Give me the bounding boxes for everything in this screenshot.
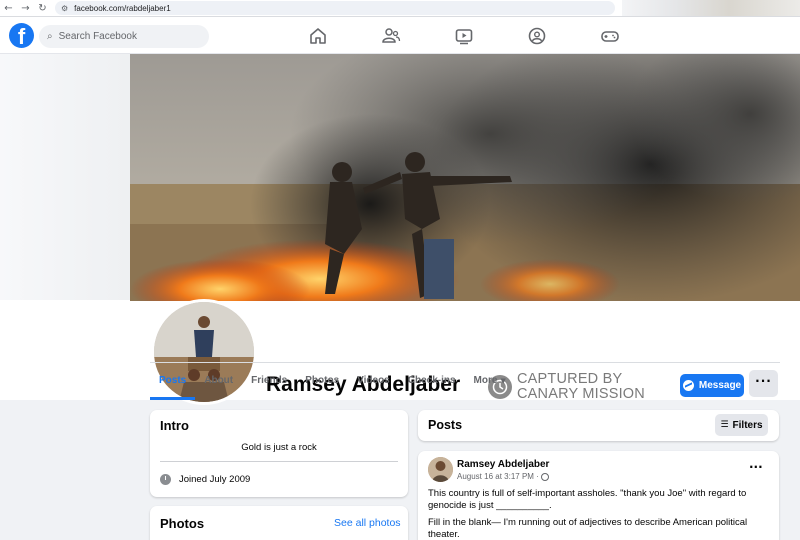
joined-text: Joined July 2009: [179, 474, 251, 485]
search-input[interactable]: [58, 31, 189, 42]
search-box[interactable]: ⌕: [39, 25, 209, 48]
tab-photos[interactable]: Photos: [296, 364, 348, 400]
video-icon[interactable]: [454, 26, 474, 46]
filters-icon: ☰: [720, 420, 729, 430]
cover-side-fill: [0, 54, 130, 300]
browser-extension-area: [622, 0, 800, 16]
messenger-icon: [682, 380, 694, 391]
intro-bio: Gold is just a rock: [241, 442, 317, 453]
globe-icon: [540, 472, 549, 481]
post-author-name[interactable]: Ramsey Abdeljaber: [457, 459, 549, 470]
profile-divider: [150, 362, 780, 363]
tab-check-ins[interactable]: Check-ins: [399, 364, 465, 400]
filters-button[interactable]: ☰ Filters: [715, 414, 768, 436]
post-text-paragraph-2: Fill in the blank— I'm running out of ad…: [428, 517, 748, 540]
watermark-line2: CANARY MISSION: [517, 386, 645, 402]
intro-divider: [160, 461, 398, 462]
clock-icon: [160, 474, 171, 485]
tab-more[interactable]: More ▼: [465, 364, 515, 400]
url-text: facebook.com/rabdeljaber1: [74, 3, 171, 13]
post-author-avatar[interactable]: [428, 457, 453, 482]
profile-header: Ramsey Abdeljaber CAPTURED BY CANARY MIS…: [0, 54, 800, 405]
groups-icon[interactable]: [527, 26, 547, 46]
tab-friends[interactable]: Friends: [242, 364, 296, 400]
post-text-paragraph-1: This country is full of self-important a…: [428, 488, 747, 511]
search-icon: ⌕: [47, 31, 53, 42]
facebook-logo-icon[interactable]: f: [9, 23, 34, 48]
post-options-icon[interactable]: ···: [749, 460, 763, 474]
post-meta: August 16 at 3:17 PM ·: [457, 472, 549, 481]
message-button-label: Message: [698, 380, 742, 391]
see-all-photos-link[interactable]: See all photos: [334, 517, 401, 529]
post-timestamp[interactable]: August 16 at 3:17 PM ·: [457, 472, 539, 481]
friends-icon[interactable]: [381, 26, 401, 46]
posts-header-card: Posts ☰ Filters: [418, 410, 779, 441]
back-icon[interactable]: ←: [0, 3, 17, 14]
post-card: Ramsey Abdeljaber August 16 at 3:17 PM ·…: [418, 451, 779, 540]
tab-posts[interactable]: Posts: [150, 364, 196, 400]
joined-row: Joined July 2009: [160, 474, 250, 485]
home-icon[interactable]: [308, 26, 328, 46]
filters-label: Filters: [732, 419, 763, 431]
photos-title: Photos: [160, 516, 205, 531]
gaming-icon[interactable]: [600, 26, 620, 46]
tab-about[interactable]: About: [195, 364, 242, 400]
caret-down-icon: ▼: [500, 377, 506, 385]
cover-photo-image: [130, 54, 800, 301]
posts-title: Posts: [428, 418, 463, 432]
intro-card: Intro Gold is just a rock Joined July 20…: [150, 410, 408, 497]
watermark-line1: CAPTURED BY: [517, 371, 623, 387]
cover-photo[interactable]: [130, 54, 800, 301]
profile-more-options-button[interactable]: ···: [749, 370, 778, 392]
browser-toolbar: ← → ↻ ⚙ facebook.com/rabdeljaber1: [0, 0, 800, 17]
forward-icon[interactable]: →: [17, 3, 34, 14]
message-button[interactable]: Message: [680, 374, 744, 397]
site-info-icon[interactable]: ⚙: [61, 4, 68, 13]
profile-tabs: Posts About Friends Photos Videos Check-…: [150, 364, 515, 400]
reload-icon[interactable]: ↻: [34, 3, 51, 14]
address-bar[interactable]: ⚙ facebook.com/rabdeljaber1: [55, 1, 615, 15]
tab-videos[interactable]: Videos: [348, 364, 399, 400]
intro-title: Intro: [160, 418, 189, 433]
facebook-header: f ⌕: [0, 17, 800, 54]
